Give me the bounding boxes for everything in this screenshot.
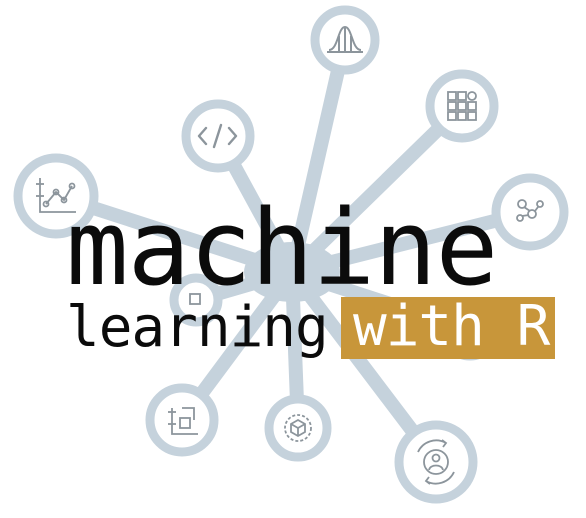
logo-badge: with R	[341, 297, 555, 359]
ml-logo: machine learning with R	[0, 0, 586, 518]
logo-subtitle-learning: learning	[66, 295, 329, 360]
logo-title-machine: machine	[66, 187, 498, 309]
logo-badge-text: with R	[353, 294, 550, 359]
